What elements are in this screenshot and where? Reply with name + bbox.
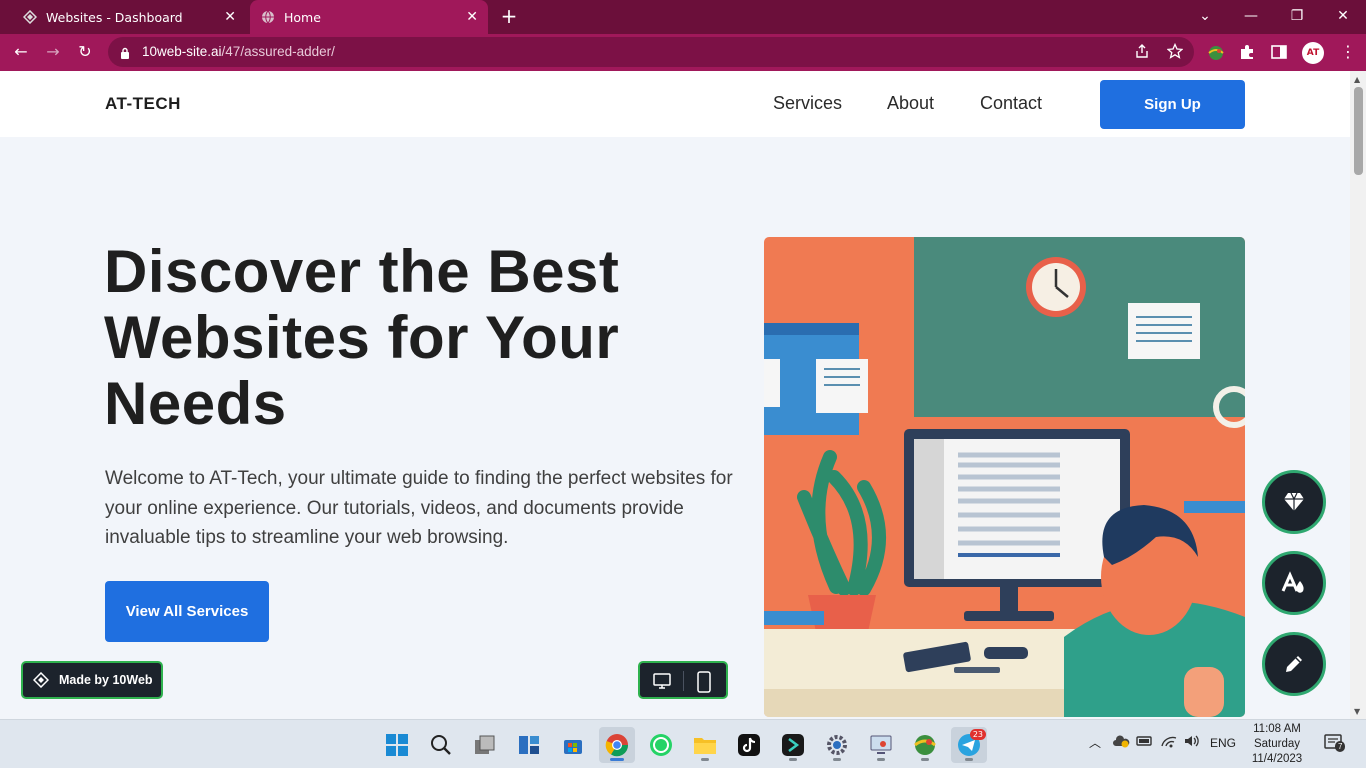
clock-time: 11:08 AM	[1253, 723, 1301, 735]
share-icon[interactable]	[1134, 43, 1152, 61]
tab-title: Home	[284, 9, 321, 25]
browser-toolbar: ← → ↻ 10web-site.ai/47/assured-adder/ AT…	[0, 34, 1366, 71]
onedrive-icon[interactable]	[1112, 734, 1130, 751]
globe-icon	[260, 9, 276, 25]
desktop-preview-icon[interactable]	[652, 671, 672, 695]
forward-button[interactable]: →	[42, 41, 64, 63]
diamond-icon[interactable]	[1262, 470, 1326, 534]
file-explorer-icon[interactable]	[687, 727, 723, 763]
10web-logo-icon	[32, 671, 50, 691]
whatsapp-icon[interactable]	[643, 727, 679, 763]
chrome-icon[interactable]	[599, 727, 635, 763]
side-panel-icon[interactable]	[1270, 43, 1290, 63]
restore-button[interactable]: ❐	[1286, 6, 1308, 28]
clock-date: 11/4/2023	[1251, 753, 1303, 765]
task-view-icon[interactable]	[467, 727, 503, 763]
site-logo[interactable]: AT-TECH	[105, 94, 181, 114]
language-indicator[interactable]: ENG	[1210, 736, 1236, 750]
browser-menu-icon[interactable]: ⋮	[1340, 42, 1356, 62]
running-indicator	[921, 758, 929, 761]
page-viewport: AT-TECH Services About Contact Sign Up D…	[0, 71, 1350, 719]
sign-up-button[interactable]: Sign Up	[1100, 80, 1245, 129]
nav-contact[interactable]: Contact	[980, 93, 1042, 114]
battery-icon[interactable]	[1136, 734, 1154, 751]
made-by-10web-badge[interactable]: Made by 10Web	[21, 661, 163, 699]
hero-illustration	[764, 237, 1245, 717]
system-clock[interactable]: 11:08 AM Saturday 11/4/2023	[1246, 722, 1308, 767]
running-indicator	[789, 758, 797, 761]
nav-about[interactable]: About	[887, 93, 934, 114]
show-hidden-icons-icon[interactable]: ︿	[1089, 734, 1101, 751]
extension-earth-icon[interactable]	[1206, 43, 1226, 63]
10web-logo-icon	[22, 9, 38, 25]
nav-services[interactable]: Services	[773, 93, 842, 114]
widgets-icon[interactable]	[511, 727, 547, 763]
tab-title: Websites - Dashboard	[46, 9, 183, 25]
url-text: 10web-site.ai/47/assured-adder/	[142, 44, 335, 59]
windows-taskbar: 23 ︿ ENG 11:08 AM Saturday 11/4/2023 7	[0, 719, 1366, 768]
mobile-preview-icon[interactable]	[696, 671, 712, 697]
capcut-icon[interactable]	[775, 727, 811, 763]
running-indicator	[965, 758, 973, 761]
new-tab-button[interactable]: +	[498, 6, 520, 28]
made-by-label: Made by 10Web	[59, 673, 153, 687]
address-bar[interactable]: 10web-site.ai/47/assured-adder/	[108, 37, 1194, 67]
tab-websites-dashboard[interactable]: Websites - Dashboard ✕	[8, 0, 246, 34]
view-all-services-button[interactable]: View All Services	[105, 581, 269, 642]
url-host: 10web-site.ai	[142, 44, 222, 59]
store-icon[interactable]	[555, 727, 591, 763]
profile-avatar[interactable]: AT	[1302, 42, 1324, 64]
fill-color-icon[interactable]	[1262, 551, 1326, 615]
start-icon[interactable]	[379, 727, 415, 763]
page-scrollbar[interactable]: ▲ ▼	[1350, 71, 1366, 719]
pencil-icon[interactable]	[1262, 632, 1326, 696]
bookmark-star-icon[interactable]	[1166, 42, 1185, 61]
running-indicator	[833, 758, 841, 761]
extensions-puzzle-icon[interactable]	[1238, 43, 1258, 63]
clock-day: Saturday	[1253, 738, 1301, 750]
telegram-unread-badge: 23	[969, 729, 986, 740]
wifi-icon[interactable]	[1160, 734, 1178, 751]
tab-search-icon[interactable]: ⌄	[1194, 6, 1216, 28]
tab-home[interactable]: Home ✕	[250, 0, 488, 34]
settings-gear-icon[interactable]	[819, 727, 855, 763]
tiktok-icon[interactable]	[731, 727, 767, 763]
hero-description: Welcome to AT-Tech, your ultimate guide …	[105, 468, 733, 548]
scroll-up-icon[interactable]: ▲	[1354, 75, 1360, 84]
earth-browser-icon[interactable]	[907, 727, 943, 763]
running-indicator	[877, 758, 885, 761]
notification-center-icon[interactable]: 7	[1323, 733, 1346, 756]
reload-button[interactable]: ↻	[74, 41, 96, 63]
hero-title: Discover the Best Websites for Your Need…	[104, 238, 620, 437]
back-button[interactable]: ←	[10, 41, 32, 63]
volume-icon[interactable]	[1183, 734, 1201, 751]
search-icon[interactable]	[423, 727, 459, 763]
lock-icon	[120, 45, 130, 64]
running-indicator	[610, 758, 624, 761]
tab-strip: Websites - Dashboard ✕ Home ✕ + ⌄ — ❐ ✕	[0, 0, 1366, 34]
close-tab-icon[interactable]: ✕	[224, 9, 236, 25]
remote-desktop-icon[interactable]	[863, 727, 899, 763]
scrollbar-thumb[interactable]	[1354, 87, 1363, 175]
close-window-button[interactable]: ✕	[1332, 6, 1354, 28]
site-header: AT-TECH Services About Contact Sign Up	[0, 71, 1350, 137]
device-preview-toggle	[638, 661, 728, 699]
divider	[683, 671, 684, 691]
running-indicator	[701, 758, 709, 761]
scroll-down-icon[interactable]: ▼	[1354, 707, 1360, 716]
url-path: /47/assured-adder/	[221, 44, 335, 59]
telegram-icon[interactable]: 23	[951, 727, 987, 763]
minimize-button[interactable]: —	[1240, 6, 1262, 28]
close-tab-icon[interactable]: ✕	[466, 9, 478, 25]
